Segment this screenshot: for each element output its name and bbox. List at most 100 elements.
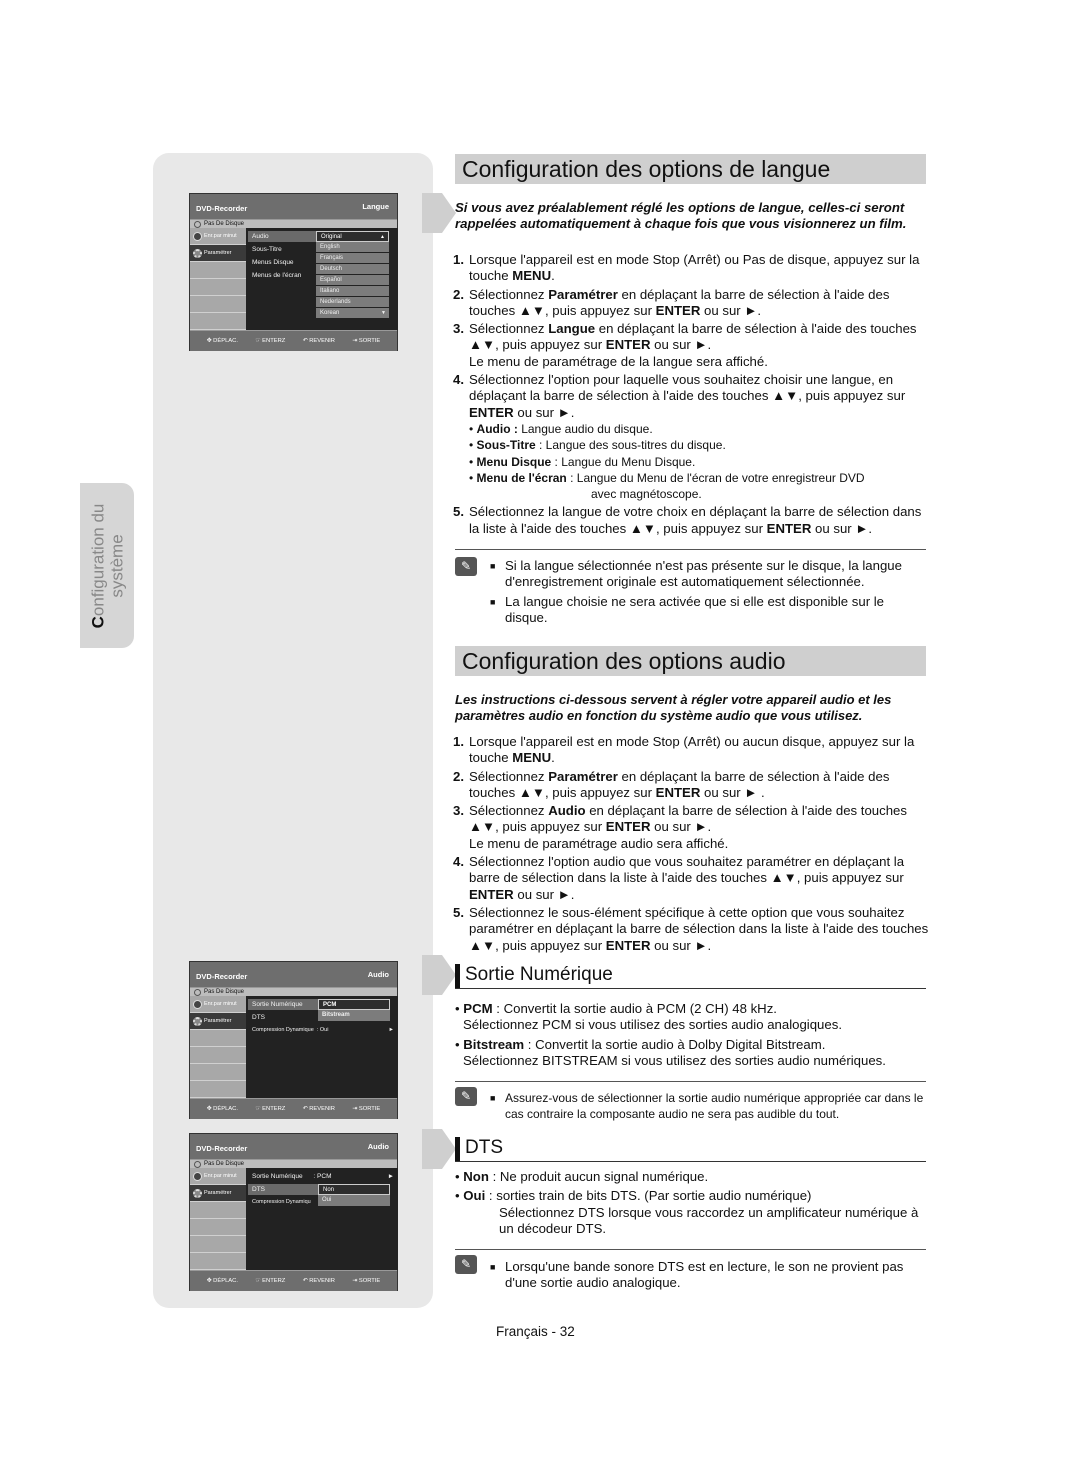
option-francais[interactable]: Français <box>316 253 389 264</box>
menu-item-audio[interactable]: Audio <box>248 231 318 242</box>
bullet-desc: : Langue du Menu de l'écran de votre enr… <box>566 470 865 485</box>
def-desc: Sélectionnez BITSTREAM si vous utilisez … <box>463 1052 886 1068</box>
step-number: 3. <box>453 803 464 819</box>
bullet-desc: Langue audio du disque. <box>517 421 653 436</box>
footer-label: REVENIR <box>309 1278 335 1284</box>
option-italiano[interactable]: Italiano <box>316 286 389 297</box>
option-espanol[interactable]: Español <box>316 275 389 286</box>
note-divider <box>455 549 926 550</box>
option-bullets: • Audio : Langue audio du disque. • Sous… <box>469 421 933 502</box>
menu-item-dts[interactable]: DTS <box>248 1184 318 1195</box>
bullet-term: Menu de l'écran <box>476 470 567 485</box>
notes-langue: ■ Si la langue sélectionnée n'est pas pré… <box>490 558 930 629</box>
side-item-parametrer[interactable]: Paramétrer <box>190 245 246 262</box>
step-text: ou sur ►. <box>513 404 575 420</box>
side-item-empty <box>190 1047 246 1064</box>
section-title-audio: Configuration des options audio <box>455 646 926 676</box>
option-bitstream[interactable]: Bitstream <box>318 1010 390 1021</box>
option-korean[interactable]: Korean ▼ <box>316 308 389 319</box>
menu-item-sous-titre[interactable]: Sous-Titre <box>248 244 282 255</box>
scroll-down-icon[interactable]: ▼ <box>381 308 386 319</box>
square-bullet-icon: ■ <box>490 596 496 607</box>
side-item-parametrer[interactable]: Paramétrer <box>190 1185 246 1202</box>
side-item-parametrer[interactable]: Paramétrer <box>190 1013 246 1030</box>
screen-main-menu: Sortie Numérique : PCM ► DTS Compression … <box>246 1168 398 1270</box>
option-english[interactable]: English <box>316 242 389 253</box>
option-label: Oui <box>322 1197 332 1203</box>
menu-item-compression[interactable]: Compression Dynamiqu <box>248 1197 311 1208</box>
step-text: Sélectionnez <box>469 286 549 302</box>
side-item-empty <box>190 1202 246 1219</box>
side-item-enr[interactable]: Enr.par minut <box>190 228 246 245</box>
option-nederlands[interactable]: Nederlands <box>316 297 389 308</box>
step-text: ou sur ►. <box>513 886 575 902</box>
side-item-empty <box>190 1064 246 1081</box>
menu-item-menus-disque[interactable]: Menus Disque <box>248 257 294 268</box>
side-tab-initial: C <box>88 615 108 628</box>
footer-exit: ⇥ SORTIE <box>352 1278 381 1284</box>
arrow-icon <box>422 1129 456 1169</box>
side-item-label: Enr.par minut <box>204 1001 237 1007</box>
dts-options-list: Non Oui <box>318 1184 390 1206</box>
menu-item-sortie-numerique[interactable]: Sortie Numérique <box>248 999 318 1010</box>
disc-status: Pas De Disque <box>190 1159 397 1168</box>
option-oui[interactable]: Oui <box>318 1195 390 1206</box>
side-item-enr[interactable]: Enr.par minut <box>190 996 246 1013</box>
steps-langue: 1. Lorsque l'appareil est en mode Stop (A… <box>453 252 933 539</box>
screen-brand: DVD-Recorder <box>196 204 248 213</box>
option-label: Español <box>320 277 342 283</box>
menu-item-dts[interactable]: DTS <box>248 1012 265 1023</box>
def-desc: : Convertit la sortie audio à PCM (2 CH)… <box>492 1001 777 1016</box>
screen-menu-title: Audio <box>367 970 389 979</box>
option-original[interactable]: Original ▲ <box>316 231 389 242</box>
option-label: Deutsch <box>320 266 343 272</box>
step-number: 5. <box>453 504 464 520</box>
footer-label: SORTIE <box>358 1278 381 1284</box>
menu-item-sortie-numerique[interactable]: Sortie Numérique : PCM ► <box>248 1171 398 1182</box>
footer-exit: ⇥ SORTIE <box>352 1106 381 1112</box>
def-desc: : Convertit la sortie audio à Dolby Digi… <box>524 1036 826 1052</box>
clock-icon <box>193 999 202 1009</box>
gear-icon <box>193 1188 202 1198</box>
footer-move: ✥ DÉPLAC. <box>206 1278 238 1284</box>
menu-item-value: : PCM <box>313 1173 332 1180</box>
step-text: ou sur ►. <box>650 337 712 353</box>
dvd-screen-audio-dts: DVD-Recorder Audio Pas De Disque Enr.par … <box>189 1133 398 1291</box>
def-term: Oui <box>463 1188 486 1204</box>
side-item-label: Paramétrer <box>204 1018 232 1024</box>
side-item-enr[interactable]: Enr.par minut <box>190 1168 246 1185</box>
disc-status: Pas De Disque <box>190 219 397 228</box>
note-item: ■ Lorsqu'une bande sonore DTS est en lect… <box>490 1259 930 1292</box>
option-label: English <box>320 244 340 250</box>
step-text: . <box>551 750 555 766</box>
footer-label: SORTIE <box>358 1106 381 1112</box>
step-number: 4. <box>453 854 464 870</box>
footer-label: ENTERZ <box>262 1278 286 1284</box>
screen-side-menu: Enr.par minut Paramétrer <box>190 996 246 1098</box>
definition-item: • Bitstream : Convertit la sortie audio … <box>455 1037 930 1070</box>
menu-item-compression[interactable]: Compression Dynamique : Oui ► <box>248 1025 398 1036</box>
dvd-screen-langue: DVD-Recorder Langue Pas De Disque Enr.par… <box>189 193 398 351</box>
step-key: MENU <box>512 750 552 766</box>
side-item-empty <box>190 1253 246 1270</box>
footer-label: REVENIR <box>309 338 335 344</box>
option-deutsch[interactable]: Deutsch <box>316 264 389 275</box>
screen-menu-title: Audio <box>367 1142 389 1151</box>
step: 2. Sélectionnez Paramétrer en déplaçant l… <box>453 287 933 320</box>
step-key: ENTER <box>469 404 514 420</box>
step-number: 3. <box>453 321 464 337</box>
menu-item-menus-ecran[interactable]: Menus de l'écran <box>248 270 301 281</box>
option-non[interactable]: Non <box>318 1184 390 1195</box>
notes-dts: ■ Lorsqu'une bande sonore DTS est en lect… <box>490 1259 930 1295</box>
step-text: Sélectionnez l'option pour laquelle vous… <box>469 372 906 404</box>
option-label: Français <box>320 255 344 261</box>
note-item: ■ La langue choisie ne sera activée que s… <box>490 594 930 627</box>
gear-icon <box>193 248 202 258</box>
side-item-empty <box>190 1219 246 1236</box>
def-term: Non <box>463 1169 489 1184</box>
step: 4. Sélectionnez l'option pour laquelle vo… <box>453 372 933 502</box>
footer-return: ↶ REVENIR <box>302 1106 335 1112</box>
side-tab-line2: système <box>107 533 127 598</box>
intro-langue: Si vous avez préalablement réglé les opt… <box>455 200 907 231</box>
option-pcm[interactable]: PCM <box>318 999 390 1010</box>
